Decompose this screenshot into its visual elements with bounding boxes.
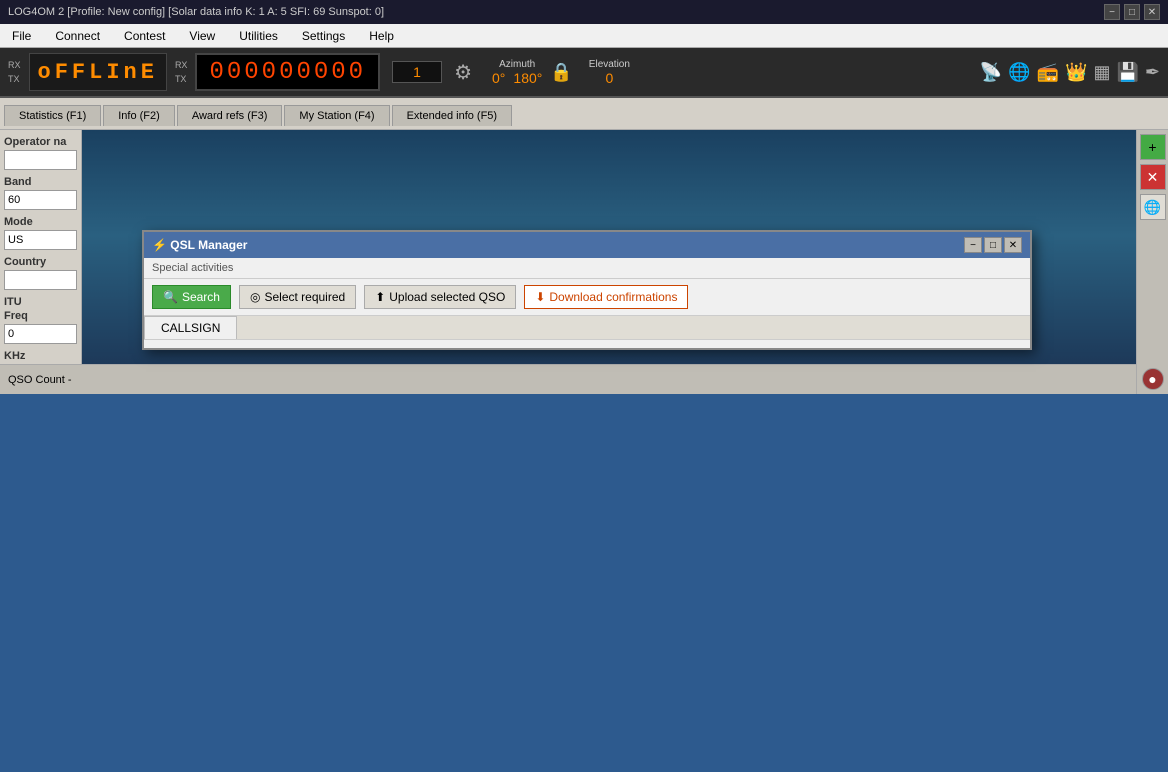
rx-label2: RX (175, 58, 188, 72)
grid-icon[interactable]: ▦ (1093, 62, 1110, 83)
elevation-group: Elevation 0 (589, 59, 630, 86)
menu-bar: File Connect Contest View Utilities Sett… (0, 24, 1168, 48)
map-area: ⚡ QSL Manager − □ ✕ Special activities 🔍… (82, 130, 1136, 394)
menu-view[interactable]: View (181, 27, 223, 45)
crown-icon[interactable]: 👑 (1065, 62, 1087, 83)
azimuth-group: Azimuth 0° 180° (492, 59, 542, 86)
band-label: Band (4, 176, 77, 188)
spinner-value: 1 (392, 61, 442, 83)
menu-settings[interactable]: Settings (294, 27, 353, 45)
tx-label: TX (8, 72, 21, 86)
country-input[interactable] (4, 270, 77, 290)
left-sidebar: Operator na Band Mode Country ITU Freq K… (0, 130, 82, 394)
spinner-group: 1 (392, 61, 442, 83)
mode-input[interactable] (4, 230, 77, 250)
qsl-manager-dialog: ⚡ QSL Manager − □ ✕ Special activities 🔍… (142, 230, 1032, 350)
operator-label: Operator na (4, 136, 77, 148)
qsl-close-btn[interactable]: ✕ (1004, 237, 1022, 253)
elevation-label: Elevation (589, 59, 630, 70)
upload-icon: ⬆ (375, 290, 385, 304)
azimuth-value: 0° (492, 70, 505, 86)
qsl-manager-title-bar: ⚡ QSL Manager − □ ✕ (144, 232, 1030, 258)
record-button[interactable]: ● (1142, 368, 1164, 390)
rx-label: RX (8, 58, 21, 72)
globe-side-button[interactable]: 🌐 (1140, 194, 1166, 220)
khz-label: KHz (4, 350, 77, 362)
tab-award-refs[interactable]: Award refs (F3) (177, 105, 283, 126)
download-button[interactable]: ⬇ Download confirmations (524, 285, 688, 309)
country-label: Country (4, 256, 77, 268)
title-controls: − □ ✕ (1104, 4, 1160, 20)
qso-count-label: QSO Count - (8, 374, 72, 386)
gear-icon[interactable]: ⚙ (454, 60, 472, 85)
remove-button[interactable]: ✕ (1140, 164, 1166, 190)
qsl-title-icon: ⚡ (152, 238, 167, 252)
search-button[interactable]: 🔍 Search (152, 285, 231, 309)
freq-label: Freq (4, 310, 77, 322)
add-button[interactable]: + (1140, 134, 1166, 160)
bottom-status-bar: QSO Count - ODE (0, 364, 1168, 394)
azimuth-right: 180° (513, 70, 542, 86)
menu-file[interactable]: File (4, 27, 39, 45)
tab-callsign[interactable]: CALLSIGN (144, 316, 237, 339)
minimize-button[interactable]: − (1104, 4, 1120, 20)
display-bar: RX TX oFFLInE RX TX 000000000 1 ⚙ Azimut… (0, 48, 1168, 98)
special-activities-label: Special activities (144, 258, 1030, 279)
tabs-bar: Statistics (F1) Info (F2) Award refs (F3… (0, 98, 1168, 130)
frequency-display: 000000000 (195, 53, 380, 91)
download-label: Download confirmations (549, 290, 677, 304)
qsl-manager-controls: − □ ✕ (964, 237, 1022, 253)
select-label: Select required (264, 290, 345, 304)
tab-info[interactable]: Info (F2) (103, 105, 175, 126)
download-icon: ⬇ (535, 290, 545, 304)
upload-label: Upload selected QSO (389, 290, 505, 304)
far-right-panel: + ✕ 🌐 ● (1136, 130, 1168, 394)
menu-connect[interactable]: Connect (47, 27, 108, 45)
menu-help[interactable]: Help (361, 27, 402, 45)
mode-label: Mode (4, 216, 77, 228)
menu-utilities[interactable]: Utilities (231, 27, 286, 45)
app-title: LOG4OM 2 [Profile: New config] [Solar da… (8, 6, 384, 18)
search-icon: 🔍 (163, 290, 178, 304)
antenna-icon[interactable]: 📡 (980, 62, 1002, 83)
itu-label: ITU (4, 296, 77, 308)
azimuth-label: Azimuth (499, 59, 535, 70)
restore-button[interactable]: □ (1124, 4, 1140, 20)
tab-statistics[interactable]: Statistics (F1) (4, 105, 101, 126)
offline-display: oFFLInE (29, 53, 167, 91)
qsl-restore-btn[interactable]: □ (984, 237, 1002, 253)
title-bar: LOG4OM 2 [Profile: New config] [Solar da… (0, 0, 1168, 24)
operator-input[interactable] (4, 150, 77, 170)
close-button[interactable]: ✕ (1144, 4, 1160, 20)
elevation-value: 0 (605, 70, 613, 86)
tx-label2: TX (175, 72, 188, 86)
tab-extended-info[interactable]: Extended info (F5) (392, 105, 513, 126)
callsign-area: ⚡ Download confirmations − □ ✕ (144, 340, 1030, 348)
band-input[interactable] (4, 190, 77, 210)
qsl-tabs: CALLSIGN (144, 316, 1030, 340)
qsl-minimize-btn[interactable]: − (964, 237, 982, 253)
lock-icon: 🔒 (550, 62, 572, 83)
chip-icon[interactable]: 💾 (1116, 62, 1138, 83)
tab-my-station[interactable]: My Station (F4) (284, 105, 389, 126)
rx-tx-labels2: RX TX (175, 58, 188, 86)
select-required-button[interactable]: ◎ Select required (239, 285, 356, 309)
qsl-manager-title: QSL Manager (170, 238, 247, 252)
search-label: Search (182, 290, 220, 304)
main-content: Operator na Band Mode Country ITU Freq K… (0, 130, 1168, 394)
pen-icon[interactable]: ✒ (1145, 62, 1160, 83)
menu-contest[interactable]: Contest (116, 27, 173, 45)
rx-tx-labels: RX TX (8, 58, 21, 86)
freq-input[interactable] (4, 324, 77, 344)
display-icons: 📡 🌐 📻 👑 ▦ 💾 ✒ (980, 62, 1160, 83)
qsl-toolbar: 🔍 Search ◎ Select required ⬆ Upload sele… (144, 279, 1030, 316)
upload-button[interactable]: ⬆ Upload selected QSO (364, 285, 516, 309)
globe-icon[interactable]: 🌐 (1008, 62, 1030, 83)
select-icon: ◎ (250, 290, 260, 304)
radio-icon[interactable]: 📻 (1037, 62, 1059, 83)
